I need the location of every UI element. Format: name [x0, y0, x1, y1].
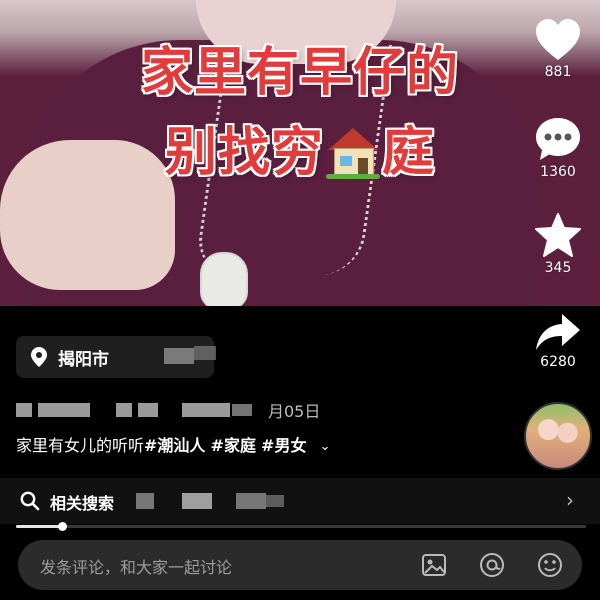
progress-fill	[16, 525, 62, 528]
title-line2-pre: 别找穷	[164, 123, 324, 183]
author-date-line: 月05日	[16, 398, 346, 422]
title-line2-post: 庭	[382, 123, 436, 183]
post-date: 月05日	[268, 402, 321, 421]
heart-icon	[536, 19, 580, 60]
mosaic-block	[136, 493, 154, 509]
like-button[interactable]: 881	[520, 18, 596, 80]
favorite-count: 345	[544, 260, 572, 276]
share-arrow-icon	[536, 314, 580, 350]
mosaic-block	[232, 404, 252, 416]
star-icon	[535, 213, 581, 257]
video-title-line2: 别找穷 庭	[0, 110, 600, 185]
mosaic-block	[236, 493, 266, 509]
comment-input-bar[interactable]: 发条评论，和大家一起讨论	[18, 540, 582, 590]
image-icon[interactable]	[420, 551, 448, 579]
mosaic-block	[16, 403, 32, 417]
favorite-button[interactable]: 345	[520, 212, 596, 276]
post-caption[interactable]: 家里有女儿的听听#潮汕人 #家庭 #男女 ⌄	[16, 432, 330, 456]
location-pill[interactable]: 揭阳市	[16, 336, 216, 378]
mosaic-block	[182, 403, 230, 417]
related-search-bar[interactable]: 相关搜索 ›	[0, 478, 600, 524]
mosaic-block	[266, 495, 284, 507]
comment-bubble-icon	[536, 118, 580, 160]
emoji-icon[interactable]	[536, 551, 564, 579]
location-pin-icon	[31, 347, 47, 367]
music-avatar[interactable]	[524, 402, 592, 470]
comment-button[interactable]: 1360	[520, 116, 596, 180]
video-title-line1: 家里有早仔的	[140, 43, 459, 103]
caption-text: 家里有女儿的听听	[16, 436, 145, 455]
hashtag[interactable]: #潮汕人	[144, 436, 205, 455]
like-count: 881	[544, 64, 572, 80]
chevron-down-icon[interactable]: ⌄	[320, 439, 331, 454]
video-frame[interactable]: 家里有早仔的 别找穷 庭	[0, 0, 600, 306]
chevron-right-icon[interactable]: ›	[566, 488, 574, 512]
location-label: 揭阳市	[58, 349, 109, 370]
jade-pendant	[200, 252, 248, 306]
mosaic-block	[194, 346, 216, 360]
related-search-label: 相关搜索	[50, 494, 115, 513]
hashtag[interactable]: #家庭	[211, 436, 256, 455]
mosaic-block	[164, 348, 194, 364]
hashtag[interactable]: #男女	[261, 436, 306, 455]
mosaic-block	[182, 493, 212, 509]
comment-placeholder: 发条评论，和大家一起讨论	[40, 558, 233, 577]
house-emoji-icon	[326, 126, 380, 179]
mosaic-block	[38, 403, 90, 417]
mosaic-block	[116, 403, 132, 417]
share-count: 6280	[540, 354, 576, 370]
progress-knob[interactable]	[57, 522, 67, 531]
playback-progress[interactable]	[16, 522, 586, 531]
mosaic-block	[138, 403, 158, 417]
search-icon	[20, 491, 40, 511]
comment-count: 1360	[540, 164, 576, 180]
at-icon[interactable]	[478, 551, 506, 579]
share-button[interactable]: 6280	[520, 312, 596, 370]
